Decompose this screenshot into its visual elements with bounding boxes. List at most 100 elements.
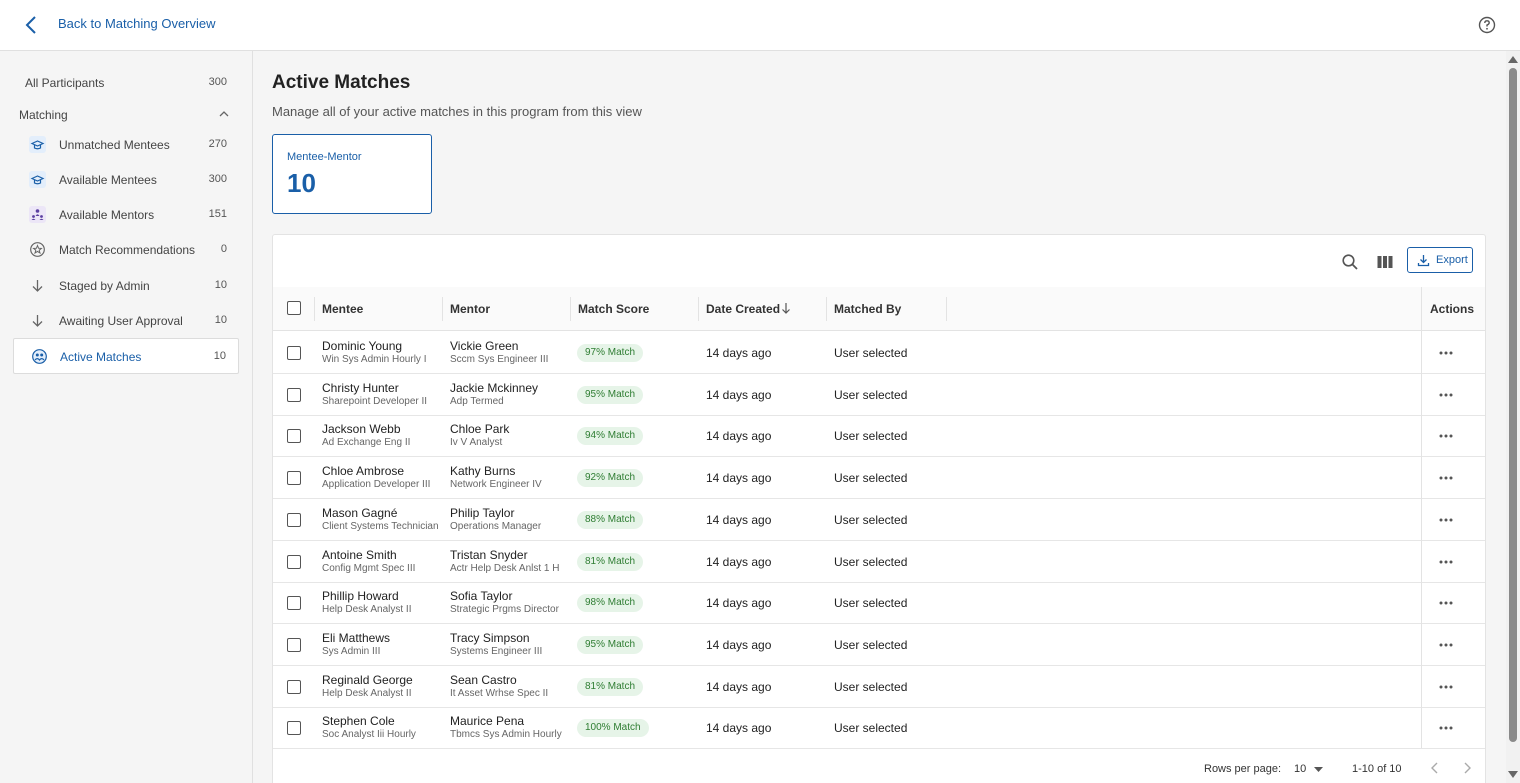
mentor-role: Tbmcs Sys Admin Hourly	[450, 729, 562, 741]
table-row[interactable]: Chloe Ambrose Application Developer III Ka…	[273, 457, 1485, 500]
chevron-left-icon[interactable]	[1430, 762, 1440, 774]
mentee-name: Eli Matthews	[322, 630, 391, 645]
select-all-checkbox[interactable]	[287, 301, 301, 315]
more-actions-icon[interactable]	[1438, 556, 1454, 568]
sidebar-item-available-mentors[interactable]: Available Mentors 151	[13, 197, 239, 231]
date-created: 14 days ago	[706, 679, 772, 694]
table-row[interactable]: Reginald George Help Desk Analyst II Sean …	[273, 666, 1485, 708]
sidebar-item-match-recommendations[interactable]: Match Recommendations 0	[13, 232, 239, 266]
chevron-right-icon[interactable]	[1462, 762, 1472, 774]
more-actions-icon[interactable]	[1438, 430, 1454, 442]
date-created: 14 days ago	[706, 429, 772, 444]
download-icon	[1417, 255, 1430, 267]
sort-descending-icon[interactable]	[781, 302, 791, 315]
chevron-up-icon[interactable]	[218, 108, 230, 120]
table-row[interactable]: Phillip Howard Help Desk Analyst II Sofia …	[273, 582, 1485, 625]
more-actions-icon[interactable]	[1438, 514, 1454, 526]
row-checkbox[interactable]	[287, 429, 301, 444]
rows-per-page-label: Rows per page:	[1204, 763, 1282, 775]
actions-column-divider	[1421, 287, 1422, 748]
row-checkbox[interactable]	[287, 637, 301, 652]
row-checkbox[interactable]	[287, 346, 301, 360]
match-score-badge: 98% Match	[577, 594, 644, 613]
mentor-name: Jackie Mckinney	[450, 380, 539, 395]
mentee-role: Client Systems Technician	[322, 520, 439, 532]
match-score-badge: 95% Match	[577, 635, 644, 654]
pagination-range: 1-10 of 10	[1352, 763, 1402, 775]
mentor-name: Sofia Taylor	[450, 589, 513, 604]
recommendation-icon	[30, 242, 45, 257]
sidebar-item-staged-by-admin[interactable]: Staged by Admin 10	[13, 268, 239, 302]
column-header-date-created[interactable]: Date Created	[706, 302, 780, 316]
export-button[interactable]: Export	[1407, 247, 1473, 273]
matched-by: User selected	[834, 721, 908, 736]
more-actions-icon[interactable]	[1438, 639, 1454, 651]
date-created: 14 days ago	[706, 596, 772, 611]
active-matches-icon	[32, 349, 47, 364]
mentee-role: Application Developer III	[322, 479, 431, 491]
scrollbar-thumb[interactable]	[1509, 68, 1517, 742]
more-actions-icon[interactable]	[1438, 597, 1454, 609]
mentor-name: Maurice Pena	[450, 714, 525, 729]
matched-by: User selected	[834, 387, 908, 402]
more-actions-icon[interactable]	[1438, 389, 1454, 401]
table-row[interactable]: Christy Hunter Sharepoint Developer II Jac…	[273, 374, 1485, 416]
row-checkbox[interactable]	[287, 679, 301, 694]
row-checkbox[interactable]	[287, 721, 301, 736]
table-row[interactable]: Eli Matthews Sys Admin III Tracy Simpson Sy…	[273, 624, 1485, 666]
mentee-mentor-stat-card[interactable]: Mentee-Mentor 10	[272, 134, 432, 214]
table-row[interactable]: Jackson Webb Ad Exchange Eng II Chloe Park…	[273, 415, 1485, 458]
mentee-role: Soc Analyst Iii Hourly	[322, 729, 416, 741]
row-checkbox[interactable]	[287, 596, 301, 611]
row-checkbox[interactable]	[287, 554, 301, 569]
table-row[interactable]: Antoine Smith Config Mgmt Spec III Tristan…	[273, 541, 1485, 583]
row-checkbox[interactable]	[287, 471, 301, 486]
sidebar-item-label: Unmatched Mentees	[59, 138, 170, 152]
mentee-cap-icon	[29, 171, 46, 188]
search-icon[interactable]	[1341, 253, 1359, 271]
mentee-role: Sharepoint Developer II	[322, 395, 428, 407]
chevron-left-icon[interactable]	[24, 15, 38, 35]
column-header-mentee[interactable]: Mentee	[322, 302, 363, 316]
caret-down-icon	[1314, 767, 1323, 772]
table-row[interactable]: Mason Gagné Client Systems Technician Phil…	[273, 499, 1485, 541]
sidebar-item-count: 10	[214, 314, 227, 326]
more-actions-icon[interactable]	[1438, 472, 1454, 484]
columns-icon[interactable]	[1376, 253, 1394, 271]
scroll-up-arrow-icon[interactable]	[1508, 55, 1518, 63]
row-checkbox[interactable]	[287, 387, 301, 402]
mentor-role: Actr Help Desk Anlst 1 H	[450, 562, 560, 574]
stat-value: 10	[287, 168, 316, 198]
mentor-role: Sccm Sys Engineer III	[450, 354, 549, 365]
sidebar-item-available-mentees[interactable]: Available Mentees 300	[13, 162, 239, 196]
table-row[interactable]: Dominic Young Win Sys Admin Hourly I Vicki…	[273, 332, 1485, 374]
row-checkbox[interactable]	[287, 512, 301, 527]
mentor-role: Operations Manager	[450, 520, 542, 532]
table-row[interactable]: Stephen Cole Soc Analyst Iii Hourly Mauric…	[273, 707, 1485, 750]
column-header-matched-by[interactable]: Matched By	[834, 302, 901, 316]
back-to-overview-link[interactable]: Back to Matching Overview	[58, 16, 216, 31]
help-icon[interactable]	[1478, 16, 1496, 34]
mentor-name: Vickie Green	[450, 339, 519, 353]
column-header-mentor[interactable]: Mentor	[450, 302, 490, 316]
more-actions-icon[interactable]	[1438, 681, 1454, 693]
mentor-role: Iv V Analyst	[450, 437, 503, 449]
mentee-role: Config Mgmt Spec III	[322, 562, 416, 574]
match-score-badge: 95% Match	[577, 385, 644, 404]
sidebar-item-awaiting-user-approval[interactable]: Awaiting User Approval 10	[13, 303, 239, 337]
top-bar: Back to Matching Overview	[0, 0, 1520, 51]
sidebar-item-active-matches[interactable]: Active Matches 10	[13, 338, 239, 374]
more-actions-icon[interactable]	[1438, 347, 1454, 359]
column-header-match-score[interactable]: Match Score	[578, 302, 649, 316]
mentee-role: Help Desk Analyst II	[322, 604, 412, 616]
more-actions-icon[interactable]	[1438, 722, 1454, 734]
sidebar-item-unmatched-mentees[interactable]: Unmatched Mentees 270	[13, 127, 239, 161]
scroll-down-arrow-icon[interactable]	[1508, 771, 1518, 779]
table-pagination: Rows per page: 10 1-10 of 10	[273, 749, 1485, 783]
rows-per-page-select[interactable]: 10	[1294, 761, 1326, 779]
mentor-role: Strategic Prgms Director	[450, 604, 559, 616]
mentee-name: Chloe Ambrose	[322, 464, 405, 479]
match-score-badge: 94% Match	[577, 427, 644, 446]
sidebar-item-all-participants[interactable]: All Participants 300	[13, 65, 239, 99]
mentor-name: Tracy Simpson	[450, 630, 530, 645]
